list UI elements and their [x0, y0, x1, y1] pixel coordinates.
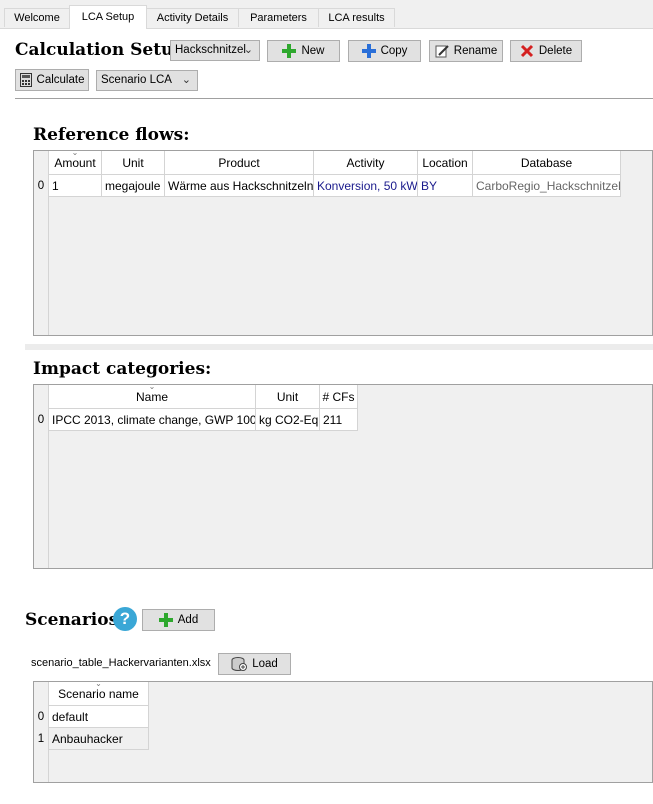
- delete-button-label: Delete: [538, 45, 573, 57]
- cell-database[interactable]: CarboRegio_Hackschnitzel: [473, 175, 621, 197]
- tab-parameters[interactable]: Parameters: [238, 8, 319, 27]
- rename-button[interactable]: Rename: [429, 40, 503, 62]
- database-load-icon: [231, 657, 248, 671]
- cell-amount[interactable]: 1: [49, 175, 102, 197]
- row-header-divider: [48, 385, 49, 568]
- cell-name[interactable]: IPCC 2013, climate change, GWP 100a: [49, 409, 256, 431]
- column-header-database[interactable]: Database: [473, 151, 621, 175]
- cell-unit[interactable]: kg CO2-Eq: [256, 409, 320, 431]
- row-index: 0: [34, 706, 48, 728]
- tab-bar: Welcome LCA Setup Activity Details Param…: [0, 0, 653, 29]
- calculation-setup-title: Calculation Setup:: [15, 40, 192, 60]
- cell-cfs[interactable]: 211: [320, 409, 358, 431]
- scenarios-table: ⌄ Scenario name 0 default 1 Anbauhacker: [33, 681, 653, 783]
- plus-green-icon: [158, 613, 173, 627]
- cell-location[interactable]: BY: [418, 175, 473, 197]
- scenario-file-name: scenario_table_Hackervarianten.xlsx: [31, 657, 211, 669]
- row-header-divider: [48, 682, 49, 782]
- column-header-product[interactable]: Product: [165, 151, 314, 175]
- add-scenario-button[interactable]: Add: [142, 609, 215, 631]
- plus-blue-icon: [361, 44, 376, 58]
- tab-lca-setup[interactable]: LCA Setup: [69, 5, 147, 29]
- impact-categories-table: ⌄ Name Unit # CFs 0 IPCC 2013, climate c…: [33, 384, 653, 569]
- row-index: 1: [34, 728, 48, 750]
- sort-indicator-icon: ⌄: [95, 682, 102, 688]
- calculation-mode-value: Scenario LCA: [101, 74, 172, 86]
- rename-button-label: Rename: [453, 45, 498, 57]
- impact-categories-title: Impact categories:: [33, 359, 212, 379]
- delete-x-icon: [520, 44, 533, 58]
- column-header-unit[interactable]: Unit: [102, 151, 165, 175]
- column-header-label: Amount: [54, 156, 96, 170]
- column-header-name[interactable]: ⌄ Name: [49, 385, 256, 409]
- help-icon[interactable]: ?: [113, 607, 137, 631]
- tab-welcome[interactable]: Welcome: [4, 8, 70, 27]
- cell-product[interactable]: Wärme aus Hackschnitzeln: [165, 175, 314, 197]
- calculate-button-label: Calculate: [36, 74, 85, 86]
- calculation-mode-select[interactable]: Scenario LCA ⌄: [96, 70, 198, 91]
- copy-button-label: Copy: [380, 45, 408, 57]
- row-index: 0: [34, 175, 48, 197]
- copy-button[interactable]: Copy: [348, 40, 421, 62]
- plus-green-icon: [282, 44, 297, 58]
- add-scenario-button-label: Add: [177, 614, 199, 626]
- calculator-icon: [19, 73, 32, 87]
- cell-scenario-name[interactable]: Anbauhacker: [49, 728, 149, 750]
- cell-scenario-name[interactable]: default: [49, 706, 149, 728]
- column-header-cfs[interactable]: # CFs: [320, 385, 358, 409]
- reference-flows-title: Reference flows:: [33, 125, 190, 145]
- new-button[interactable]: New: [267, 40, 340, 62]
- reference-flows-table: ⌄ Amount Unit Product Activity Location …: [33, 150, 653, 336]
- top-divider: [15, 98, 653, 99]
- splitter-handle[interactable]: [25, 344, 653, 350]
- rename-icon: [435, 45, 449, 58]
- column-header-label: Name: [135, 390, 168, 404]
- column-header-activity[interactable]: Activity: [314, 151, 418, 175]
- column-header-amount[interactable]: ⌄ Amount: [49, 151, 102, 175]
- sort-indicator-icon: ⌄: [148, 385, 156, 391]
- load-scenario-button[interactable]: Load: [218, 653, 291, 675]
- scenarios-title: Scenarios:: [25, 610, 125, 630]
- row-header-divider: [48, 151, 49, 335]
- tab-activity-details[interactable]: Activity Details: [146, 8, 239, 27]
- delete-button[interactable]: Delete: [510, 40, 582, 62]
- row-index: 0: [34, 409, 48, 431]
- cell-unit[interactable]: megajoule: [102, 175, 165, 197]
- chevron-down-icon: ⌄: [243, 44, 253, 56]
- sort-indicator-icon: ⌄: [71, 151, 79, 157]
- setup-select[interactable]: Hackschnitzel ⌄: [170, 40, 260, 61]
- calculate-button[interactable]: Calculate: [15, 69, 89, 91]
- chevron-down-icon: ⌄: [181, 74, 191, 86]
- load-scenario-button-label: Load: [252, 658, 278, 670]
- column-header-location[interactable]: Location: [418, 151, 473, 175]
- tab-lca-results[interactable]: LCA results: [318, 8, 395, 27]
- new-button-label: New: [301, 45, 325, 57]
- column-header-label: Scenario name: [58, 687, 139, 701]
- setup-select-value: Hackschnitzel: [175, 44, 246, 56]
- cell-activity[interactable]: Konversion, 50 kW: [314, 175, 418, 197]
- column-header-scenario-name[interactable]: ⌄ Scenario name: [49, 682, 149, 706]
- column-header-unit[interactable]: Unit: [256, 385, 320, 409]
